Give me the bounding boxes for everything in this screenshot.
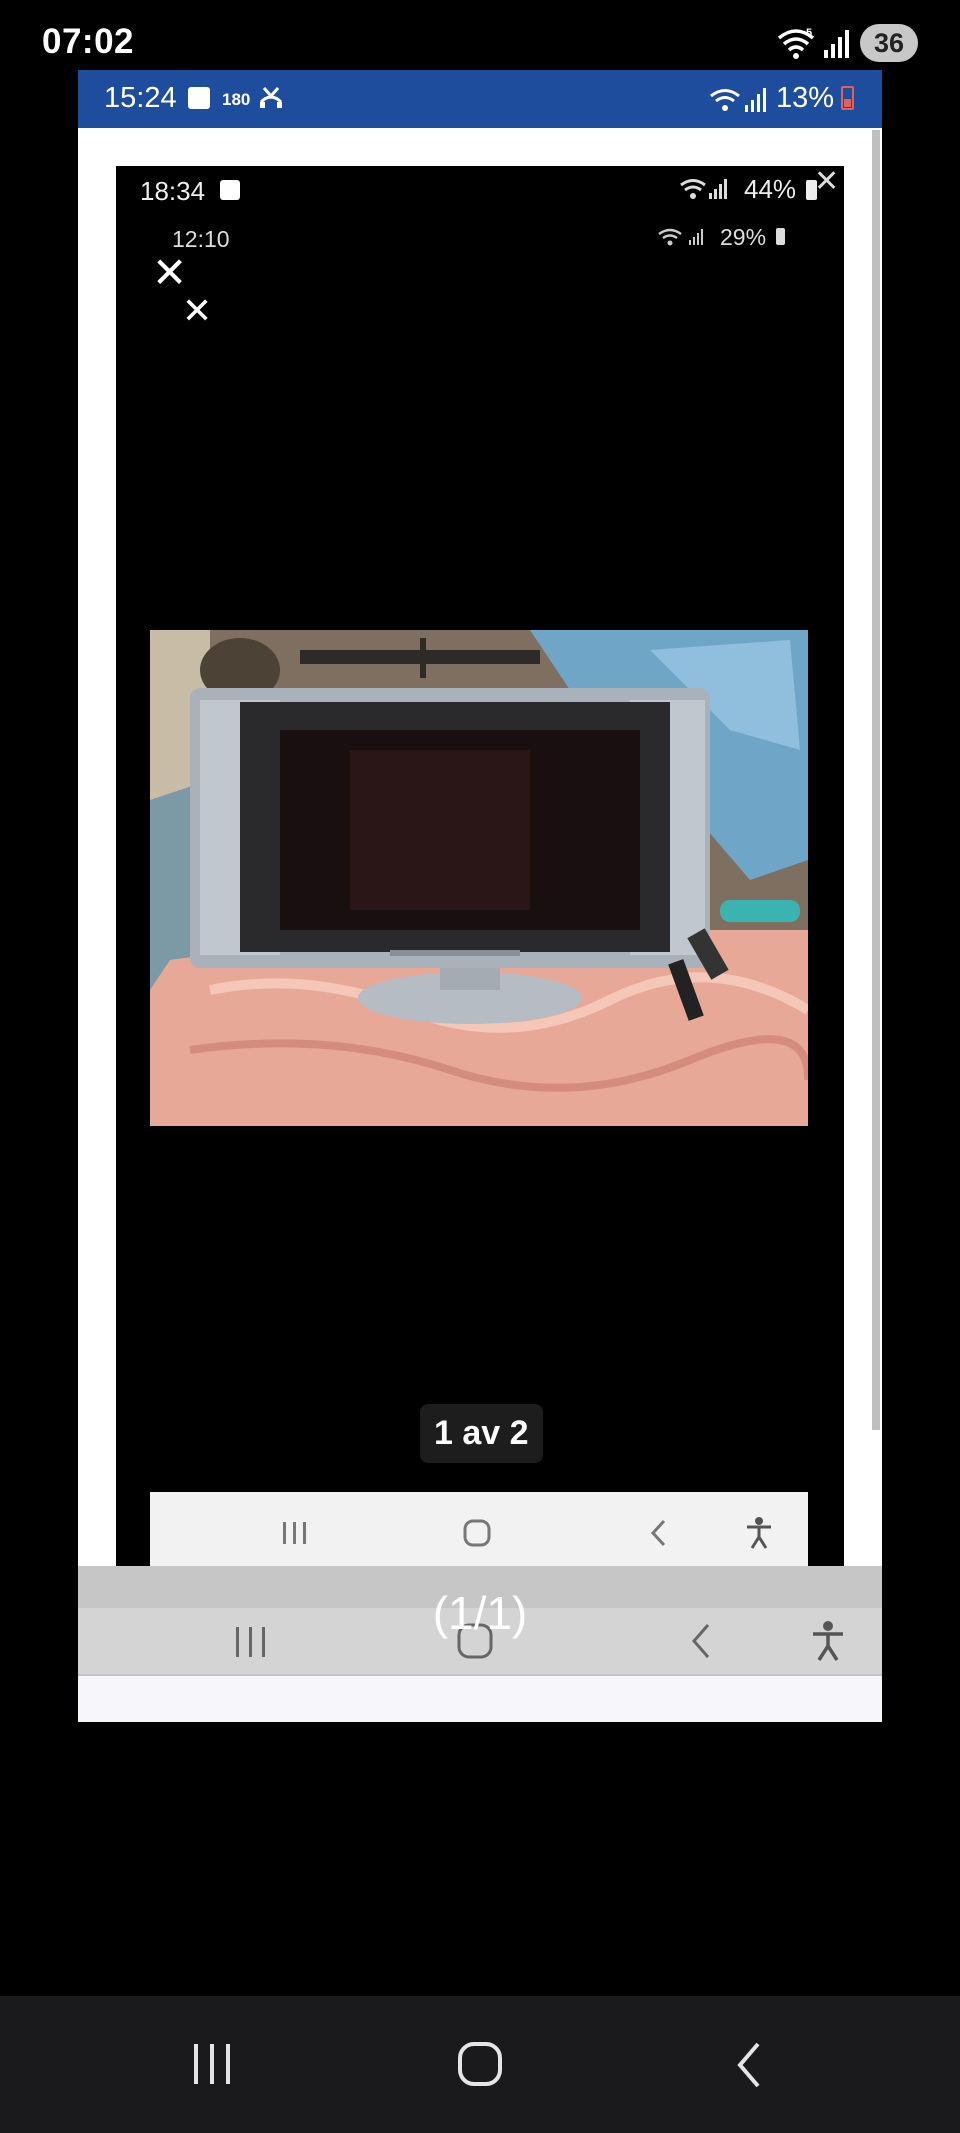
wifi-icon (680, 179, 706, 199)
bottom-area (78, 1676, 882, 1722)
navigation-bar (0, 1996, 960, 2133)
status-time: 07:02 (42, 22, 135, 61)
battery-indicator: 36 (860, 24, 918, 62)
status-time: 18:34 (140, 176, 206, 206)
image-icon (220, 180, 240, 200)
battery-percent: 13% (776, 82, 835, 114)
notification-count: 180 (222, 90, 251, 109)
svg-text:5: 5 (806, 27, 812, 39)
status-time: 15:24 (104, 82, 177, 114)
battery-icon (776, 228, 785, 245)
signal-icon (709, 179, 727, 199)
close-icon[interactable]: ✕ (182, 290, 212, 332)
signal-icon (689, 229, 703, 245)
home-icon[interactable] (456, 2040, 504, 2088)
back-icon[interactable] (734, 2040, 764, 2090)
image-icon (188, 87, 210, 109)
close-icon[interactable]: ✕ (814, 166, 839, 199)
home-icon[interactable] (462, 1518, 492, 1548)
missed-call-icon (259, 87, 283, 108)
wifi-icon (658, 228, 682, 246)
navigation-bar (150, 1492, 808, 1574)
scrollbar[interactable] (872, 130, 880, 1430)
recents-icon[interactable] (190, 2042, 234, 2086)
screenshot-frame: 15:24 180 13% 18:34 44% ✕ 12:10 29% ✕ ✕ … (78, 70, 882, 1722)
listing-photo (150, 630, 808, 1126)
accessibility-icon[interactable] (744, 1516, 774, 1550)
signal-icon (745, 88, 766, 112)
battery-icon (841, 86, 854, 110)
inner-screenshot: 18:34 44% ✕ 12:10 29% ✕ ✕ 1 av 2 (116, 166, 844, 1574)
wifi-icon: 5 (777, 27, 815, 59)
recents-icon[interactable] (280, 1520, 310, 1546)
image-counter: (1/1) (432, 1587, 528, 1639)
wifi-icon (710, 89, 740, 111)
image-counter: 1 av 2 (420, 1404, 543, 1463)
status-bar: 15:24 180 13% (78, 70, 882, 128)
signal-icon (824, 30, 849, 58)
battery-percent: 29% (720, 224, 767, 250)
battery-percent: 44% (744, 174, 797, 204)
back-icon[interactable] (648, 1518, 670, 1548)
